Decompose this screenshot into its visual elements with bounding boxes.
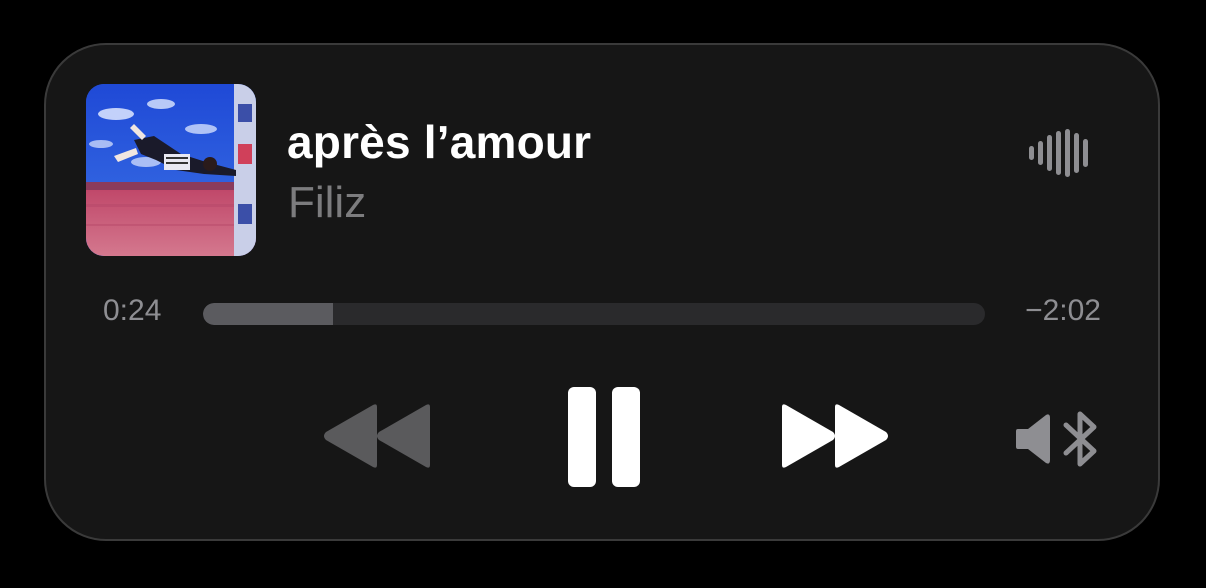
remaining-time: −2:02 bbox=[1025, 294, 1101, 327]
album-artwork-image bbox=[86, 84, 256, 256]
audio-output-button[interactable] bbox=[1016, 409, 1106, 469]
pause-icon bbox=[568, 387, 640, 487]
fast-forward-button[interactable] bbox=[780, 403, 890, 469]
waveform-icon bbox=[1029, 129, 1091, 177]
now-playing-card: après l’amour Filiz 0:24 −2:02 bbox=[44, 43, 1160, 541]
elapsed-time: 0:24 bbox=[103, 294, 162, 327]
progress-scrubber[interactable] bbox=[203, 303, 985, 325]
fast-forward-icon bbox=[782, 404, 888, 468]
rewind-icon bbox=[324, 404, 430, 468]
progress-fill bbox=[203, 303, 333, 325]
pause-button[interactable] bbox=[564, 385, 644, 489]
rewind-button[interactable] bbox=[322, 403, 432, 469]
artist-name: Filiz bbox=[288, 178, 367, 227]
song-title: après l’amour bbox=[287, 116, 592, 168]
album-artwork[interactable] bbox=[86, 84, 256, 256]
bluetooth-speaker-icon bbox=[1016, 411, 1097, 467]
